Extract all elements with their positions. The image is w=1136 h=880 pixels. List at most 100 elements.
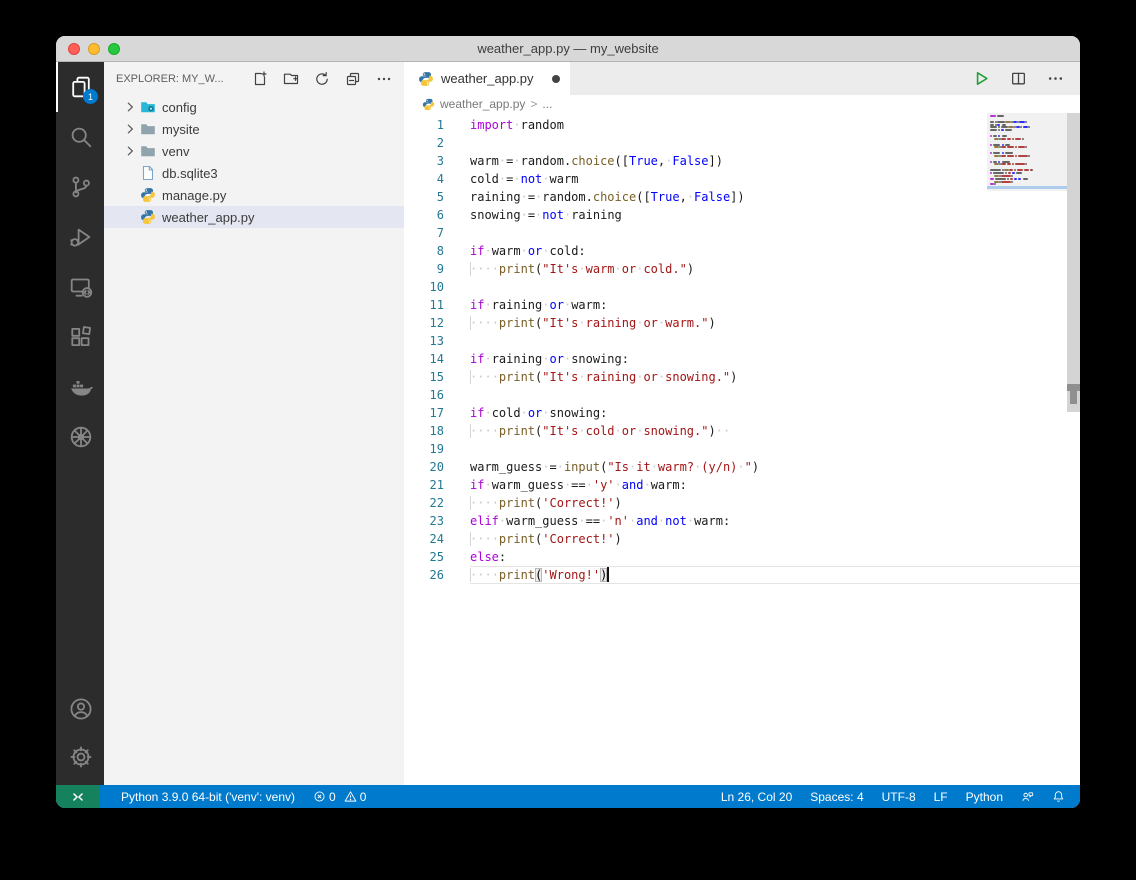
collapse-all-button[interactable] xyxy=(345,71,361,87)
code-line-10: 10 xyxy=(404,278,1080,296)
title-bar[interactable]: weather_app.py — my_website xyxy=(56,36,1080,62)
line-number[interactable]: 18 xyxy=(404,422,470,440)
whitespace-dots: · xyxy=(578,370,585,384)
line-number[interactable]: 26 xyxy=(404,566,470,584)
code-line-15: 15····print("It's·raining·or·snowing.") xyxy=(404,368,1080,386)
breadcrumb-file[interactable]: weather_app.py xyxy=(440,97,525,111)
activity-item-docker[interactable] xyxy=(56,362,104,412)
line-number[interactable]: 24 xyxy=(404,530,470,548)
more-editor-actions-button[interactable] xyxy=(1047,70,1064,87)
line-number[interactable]: 7 xyxy=(404,224,470,242)
line-number[interactable]: 23 xyxy=(404,512,470,530)
activity-item-run-debug[interactable] xyxy=(56,212,104,262)
line-number[interactable]: 17 xyxy=(404,404,470,422)
maximize-button[interactable] xyxy=(108,43,120,55)
line-number[interactable]: 12 xyxy=(404,314,470,332)
file-db.sqlite3[interactable]: db.sqlite3 xyxy=(104,162,404,184)
status-language-mode[interactable]: Python xyxy=(957,785,1012,808)
line-number[interactable]: 3 xyxy=(404,152,470,170)
line-number[interactable]: 22 xyxy=(404,494,470,512)
file-venv[interactable]: venv xyxy=(104,140,404,162)
line-number[interactable]: 14 xyxy=(404,350,470,368)
explorer-title: EXPLORER: MY_W... xyxy=(116,73,252,85)
token: False xyxy=(672,154,708,168)
run-file-button[interactable] xyxy=(973,70,990,87)
new-file-button[interactable] xyxy=(252,71,268,87)
token: cold xyxy=(470,172,499,186)
line-number[interactable]: 1 xyxy=(404,116,470,134)
code-line-1: 1import·random xyxy=(404,116,1080,134)
file-mysite[interactable]: mysite xyxy=(104,118,404,140)
line-number[interactable]: 8 xyxy=(404,242,470,260)
code-editor[interactable]: 1import·random23warm·=·random.choice([Tr… xyxy=(404,113,1080,785)
file-manage.py[interactable]: manage.py xyxy=(104,184,404,206)
activity-item-kubernetes[interactable] xyxy=(56,412,104,462)
remote-indicator[interactable] xyxy=(56,785,100,808)
line-number[interactable]: 16 xyxy=(404,386,470,404)
line-number[interactable]: 21 xyxy=(404,476,470,494)
close-button[interactable] xyxy=(68,43,80,55)
minimap-line xyxy=(1007,178,1009,180)
line-number[interactable]: 4 xyxy=(404,170,470,188)
activity-item-settings[interactable] xyxy=(56,733,104,781)
line-number[interactable]: 9 xyxy=(404,260,470,278)
token: "It's xyxy=(542,424,578,438)
split-editor-button[interactable] xyxy=(1010,70,1027,87)
line-number[interactable]: 5 xyxy=(404,188,470,206)
vertical-scrollbar[interactable] xyxy=(1067,113,1080,785)
activity-item-account[interactable] xyxy=(56,685,104,733)
chevron-right-icon[interactable] xyxy=(122,121,138,137)
chevron-right-icon[interactable] xyxy=(122,143,138,159)
file-config[interactable]: config xyxy=(104,96,404,118)
minimize-button[interactable] xyxy=(88,43,100,55)
code-line-8: 8if·warm·or·cold: xyxy=(404,242,1080,260)
problems-indicator[interactable]: 00 xyxy=(304,785,380,808)
token: warm: xyxy=(571,298,607,312)
status-eol[interactable]: LF xyxy=(925,785,957,808)
breadcrumb[interactable]: weather_app.py > ... xyxy=(404,95,1080,113)
modified-dot-icon[interactable] xyxy=(552,75,560,83)
token: elif xyxy=(470,514,499,528)
line-number[interactable]: 2 xyxy=(404,134,470,152)
status-cursor-position[interactable]: Ln 26, Col 20 xyxy=(712,785,801,808)
activity-item-extensions[interactable] xyxy=(56,312,104,362)
line-number[interactable]: 11 xyxy=(404,296,470,314)
status-feedback[interactable] xyxy=(1012,785,1043,808)
error-count: 0 xyxy=(329,790,336,804)
status-encoding[interactable]: UTF-8 xyxy=(873,785,925,808)
line-number[interactable]: 10 xyxy=(404,278,470,296)
line-number[interactable]: 15 xyxy=(404,368,470,386)
new-folder-button[interactable] xyxy=(283,71,299,87)
status-indentation[interactable]: Spaces: 4 xyxy=(801,785,872,808)
token: "Is xyxy=(607,460,629,474)
activity-item-explorer[interactable]: 1 xyxy=(56,62,104,112)
file-weather_app.py[interactable]: weather_app.py xyxy=(104,206,404,228)
breadcrumb-more[interactable]: ... xyxy=(542,97,552,111)
activity-item-remote-explorer[interactable] xyxy=(56,262,104,312)
chevron-right-icon[interactable] xyxy=(122,99,138,115)
whitespace-dots: · xyxy=(521,190,528,204)
status-notifications[interactable] xyxy=(1043,785,1074,808)
python-interpreter[interactable]: Python 3.9.0 64-bit ('venv': venv) xyxy=(112,785,304,808)
line-number[interactable]: 20 xyxy=(404,458,470,476)
line-content: cold·=·not·warm xyxy=(470,170,578,188)
minimap-line xyxy=(990,144,992,146)
code-line-19: 19 xyxy=(404,440,1080,458)
line-number[interactable]: 13 xyxy=(404,332,470,350)
token: if xyxy=(470,352,484,366)
more-actions-button[interactable] xyxy=(376,71,392,87)
token: if xyxy=(470,478,484,492)
line-number[interactable]: 19 xyxy=(404,440,470,458)
token: 'Correct!' xyxy=(542,496,614,510)
tab-weather-app[interactable]: weather_app.py xyxy=(404,62,570,95)
minimap-current-line xyxy=(987,186,1067,189)
refresh-button[interactable] xyxy=(314,71,330,87)
scrollbar-thumb[interactable] xyxy=(1067,113,1080,412)
activity-item-search[interactable] xyxy=(56,112,104,162)
line-number[interactable]: 25 xyxy=(404,548,470,566)
line-number[interactable]: 6 xyxy=(404,206,470,224)
minimap[interactable] xyxy=(987,113,1067,191)
activity-item-source-control[interactable] xyxy=(56,162,104,212)
minimap-line xyxy=(997,115,1003,117)
token: ) xyxy=(752,460,759,474)
